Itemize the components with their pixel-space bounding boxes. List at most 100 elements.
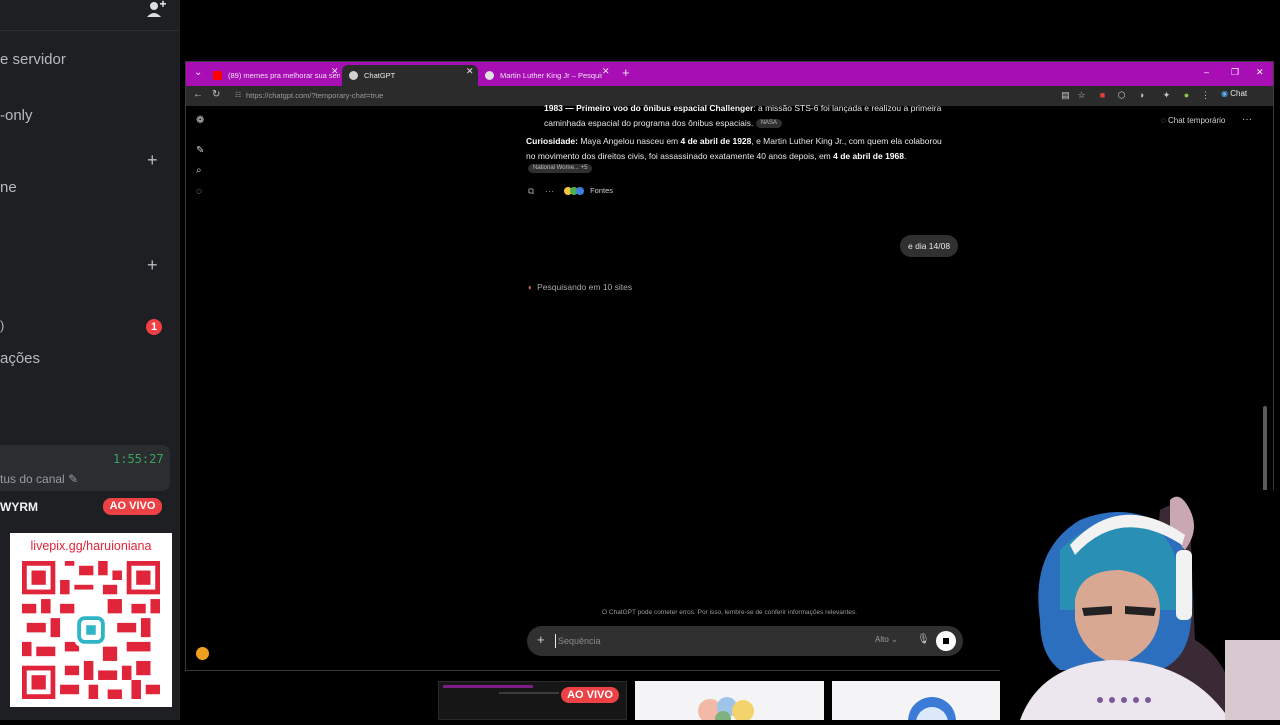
character-art-icon	[908, 697, 956, 725]
qr-code-icon	[22, 561, 160, 699]
more-actions-icon[interactable]: ···	[545, 186, 554, 196]
extensions-puzzle-icon[interactable]: ✦	[1161, 90, 1172, 101]
bookmark-star-icon[interactable]: ☆	[1076, 90, 1087, 101]
sidebar-item-only[interactable]: -only	[0, 107, 33, 124]
youtube-icon	[213, 71, 222, 80]
avatar[interactable]	[196, 647, 209, 660]
tab-chatgpt[interactable]: ChatGPT	[342, 65, 478, 86]
openai-logo-icon[interactable]: ❁	[196, 115, 204, 126]
prompt-input[interactable]	[555, 634, 855, 648]
chevron-down-icon: ⌄	[891, 635, 898, 644]
stream-thumbnail[interactable]	[832, 681, 1012, 725]
live-badge: AO VIVO	[561, 687, 619, 703]
qr-url: livepix.gg/haruioniana	[30, 539, 152, 553]
livepix-qr-card: livepix.gg/haruioniana	[10, 533, 172, 707]
close-tab-icon[interactable]: ✕	[466, 66, 474, 77]
message-line: caminhada espacial do programa dos ônibu…	[544, 116, 783, 131]
notification-badge: 1	[146, 319, 162, 335]
stop-generation-button[interactable]	[936, 631, 956, 651]
new-chat-icon[interactable]: ✎	[196, 145, 204, 156]
extension-red-icon[interactable]: ■	[1097, 90, 1108, 101]
close-tab-icon[interactable]: ✕	[331, 66, 339, 77]
tab-google[interactable]: Martin Luther King Jr – Pesquisa G	[478, 65, 602, 86]
source-chip[interactable]: National Wome... +5	[528, 164, 593, 173]
searching-text: Pesquisando em 10 sites	[537, 282, 633, 292]
copilot-icon: ◉	[1221, 89, 1228, 98]
message-line: Curiosidade: Maya Angelou nasceu em 4 de…	[526, 134, 942, 149]
message-composer: + Alto ⌄ 🎙	[527, 626, 963, 656]
text: , e Martin Luther King Jr., com quem ela…	[751, 136, 942, 146]
text: Maya Angelou nasceu em	[577, 136, 681, 146]
source-favicon-icon	[576, 187, 584, 196]
attach-plus-icon[interactable]: +	[537, 632, 545, 647]
temporary-chat-toggle[interactable]: ◌ Chat temporário	[1161, 116, 1225, 125]
sources-button[interactable]: Fontes	[564, 186, 614, 196]
bold-text: 4 de abril de 1928	[680, 136, 752, 146]
text: .	[903, 151, 907, 161]
chat-bubble-icon[interactable]: ◌	[196, 186, 202, 197]
back-icon[interactable]: ←	[193, 89, 203, 100]
google-icon	[485, 71, 494, 80]
tab-search-icon[interactable]: ⌄	[194, 67, 202, 78]
add-friend-icon[interactable]	[146, 0, 166, 20]
text: caminhada espacial do programa dos ônibu…	[544, 118, 754, 128]
reload-icon[interactable]: ↻	[212, 89, 220, 100]
model-label: Alto	[875, 635, 889, 644]
new-tab-icon[interactable]: +	[622, 65, 630, 80]
stream-thumbnail[interactable]	[635, 681, 824, 725]
extension-circle-icon[interactable]: ◑	[1136, 90, 1147, 101]
source-chip-nasa[interactable]: NASA	[755, 119, 783, 129]
streamer-name: WYRM	[0, 500, 38, 514]
dashed-circle-icon: ◌	[1161, 116, 1166, 125]
bold-text: 1983 — Primeiro voo do ônibus espacial C…	[544, 103, 754, 113]
profile-avatar-icon[interactable]: ●	[1181, 90, 1192, 101]
text: : a missão STS-6 foi lançada e realizou …	[753, 103, 942, 113]
search-icon[interactable]: ⌕	[196, 165, 202, 176]
close-window-icon[interactable]: ✕	[1256, 67, 1264, 78]
tab-title: ChatGPT	[364, 71, 396, 80]
add-channel-icon[interactable]: +	[147, 256, 158, 274]
tab-title: Martin Luther King Jr – Pesquisa G	[500, 71, 602, 80]
bold-text: Curiosidade:	[526, 136, 578, 146]
channel-status-label: tus do canal	[0, 472, 65, 486]
temporary-chat-label: Chat temporário	[1168, 116, 1226, 125]
thumbnail-line	[499, 692, 559, 694]
minimize-icon[interactable]: –	[1204, 67, 1209, 77]
site-info-icon[interactable]: ☷	[235, 89, 241, 103]
sidebar-item-server[interactable]: e servidor	[0, 51, 66, 68]
extension-icon[interactable]: ⬡	[1116, 90, 1127, 101]
copilot-chat-button[interactable]: ◉ Chat	[1221, 89, 1247, 98]
sidebar-item-partial[interactable]: )	[0, 318, 4, 333]
channel-status[interactable]: tus do canal ✎	[0, 472, 78, 486]
tab-youtube[interactable]: (89) memes pra melhorar sua sem	[206, 65, 340, 86]
divider	[0, 30, 180, 31]
sidebar-item-acoes[interactable]: ações	[0, 350, 40, 367]
stop-icon	[943, 638, 949, 644]
reader-icon[interactable]: ▤	[1060, 90, 1071, 101]
more-options-icon[interactable]: ···	[1242, 114, 1252, 125]
chat-button-label: Chat	[1230, 89, 1248, 98]
maximize-icon[interactable]: ❐	[1231, 67, 1239, 78]
close-tab-icon[interactable]: ✕	[602, 66, 610, 77]
sidebar-item-ne[interactable]: ne	[0, 179, 17, 196]
tab-bar: ⌄ (89) memes pra melhorar sua sem ✕ Chat…	[186, 62, 1273, 86]
thumbnail-bar	[443, 685, 533, 688]
sources-label: Fontes	[590, 186, 614, 195]
copy-icon[interactable]: ⧉	[528, 186, 534, 197]
message-line: no movimento dos direitos civis, foi ass…	[526, 149, 906, 164]
globe-spinner-icon: ◐	[528, 282, 534, 292]
user-message-bubble: e dia 14/08	[900, 235, 959, 257]
microphone-icon[interactable]: 🎙	[917, 634, 930, 645]
tab-title: (89) memes pra melhorar sua sem	[228, 71, 340, 80]
chatgpt-icon	[349, 71, 358, 80]
webcam-feed	[1000, 490, 1280, 720]
reasoning-level-select[interactable]: Alto ⌄	[875, 635, 898, 644]
menu-icon[interactable]: ⋮	[1200, 90, 1211, 101]
searching-status: ◐ Pesquisando em 10 sites	[528, 282, 632, 292]
bold-text: 4 de abril de 1968	[833, 151, 904, 161]
pencil-icon[interactable]: ✎	[68, 472, 78, 486]
live-badge: AO VIVO	[103, 498, 162, 515]
flower-art-icon	[698, 697, 754, 725]
url-text: https://chatgpt.com/?temporary-chat=true	[246, 91, 384, 100]
add-channel-icon[interactable]: +	[147, 151, 158, 169]
